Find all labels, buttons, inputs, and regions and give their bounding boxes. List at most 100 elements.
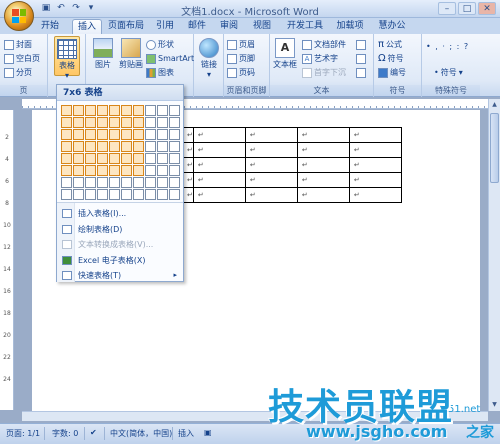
symbol-button[interactable]: Ω 符号	[378, 52, 404, 65]
grid-cell[interactable]	[169, 153, 180, 164]
grid-cell[interactable]	[133, 165, 144, 176]
grid-cell[interactable]	[85, 153, 96, 164]
grid-cell[interactable]	[97, 177, 108, 188]
grid-cell[interactable]	[121, 129, 132, 140]
table-cell[interactable]: ↵	[296, 172, 350, 188]
grid-cell[interactable]	[85, 177, 96, 188]
object-button[interactable]	[356, 66, 366, 79]
grid-cell[interactable]	[73, 129, 84, 140]
grid-cell[interactable]	[61, 177, 72, 188]
grid-cell[interactable]	[85, 165, 96, 176]
tab-4[interactable]: 邮件	[184, 19, 210, 34]
table-cell[interactable]: ↵	[348, 142, 402, 158]
grid-cell[interactable]	[97, 165, 108, 176]
grid-cell[interactable]	[121, 105, 132, 116]
link-button[interactable]: 链接 ▾	[196, 36, 222, 79]
vertical-scrollbar[interactable]: ▲ ▼	[488, 99, 500, 411]
grid-cell[interactable]	[157, 141, 168, 152]
table-cell[interactable]: ↵	[296, 157, 350, 173]
grid-cell[interactable]	[169, 117, 180, 128]
office-button[interactable]	[4, 1, 34, 31]
grid-cell[interactable]	[133, 153, 144, 164]
grid-cell[interactable]	[73, 189, 84, 200]
minimize-button[interactable]: –	[438, 2, 456, 15]
grid-cell[interactable]	[109, 117, 120, 128]
grid-cell[interactable]	[73, 141, 84, 152]
grid-cell[interactable]	[145, 189, 156, 200]
grid-cell[interactable]	[145, 105, 156, 116]
quick-parts-button[interactable]: 文档部件	[302, 38, 346, 51]
menu-item-quick-tables[interactable]: 快速表格(T) ▸	[57, 268, 183, 283]
menu-item-convert-text[interactable]: 文本转换成表格(V)...	[57, 237, 183, 252]
grid-cell[interactable]	[157, 105, 168, 116]
table-cell[interactable]: ↵	[182, 172, 194, 188]
proofing-icon[interactable]: ✔	[90, 428, 97, 437]
grid-cell[interactable]	[145, 141, 156, 152]
grid-cell[interactable]	[145, 117, 156, 128]
tab-2[interactable]: 页面布局	[106, 19, 146, 34]
tab-7[interactable]: 开发工具	[284, 19, 326, 34]
grid-cell[interactable]	[109, 153, 120, 164]
grid-cell[interactable]	[85, 189, 96, 200]
grid-cell[interactable]	[121, 153, 132, 164]
grid-cell[interactable]	[85, 105, 96, 116]
grid-cell[interactable]	[157, 153, 168, 164]
table-cell[interactable]: ↵	[182, 142, 194, 158]
grid-cell[interactable]	[157, 117, 168, 128]
tab-6[interactable]: 视图	[248, 19, 276, 34]
grid-cell[interactable]	[145, 153, 156, 164]
grid-cell[interactable]	[133, 177, 144, 188]
table-cell[interactable]: ↵	[182, 127, 194, 143]
chart-button[interactable]: 图表	[146, 66, 174, 79]
grid-cell[interactable]	[61, 105, 72, 116]
table-cell[interactable]: ↵	[296, 187, 350, 203]
table-button[interactable]: 表格 ▾	[54, 36, 80, 80]
grid-cell[interactable]	[73, 117, 84, 128]
grid-cell[interactable]	[157, 177, 168, 188]
tab-8[interactable]: 加载项	[332, 19, 368, 34]
numbering-button[interactable]: 编号	[378, 66, 406, 79]
grid-cell[interactable]	[73, 153, 84, 164]
grid-cell[interactable]	[169, 165, 180, 176]
smartart-button[interactable]: SmartArt	[146, 52, 194, 65]
grid-cell[interactable]	[121, 165, 132, 176]
grid-cell[interactable]	[97, 153, 108, 164]
grid-cell[interactable]	[109, 189, 120, 200]
table-cell[interactable]: ↵	[244, 127, 298, 143]
tab-1[interactable]: 插入	[72, 19, 102, 34]
grid-cell[interactable]	[157, 129, 168, 140]
grid-cell[interactable]	[133, 141, 144, 152]
close-button[interactable]: ✕	[478, 2, 496, 15]
grid-cell[interactable]	[97, 129, 108, 140]
grid-cell[interactable]	[121, 189, 132, 200]
maximize-button[interactable]: □	[458, 2, 476, 15]
grid-cell[interactable]	[61, 153, 72, 164]
language-indicator[interactable]: 中文(简体，中国)	[110, 428, 172, 439]
scroll-down-icon[interactable]: ▼	[490, 400, 499, 410]
signature-line-button[interactable]	[356, 38, 366, 51]
table-cell[interactable]: ↵	[192, 187, 246, 203]
table-cell[interactable]: ↵	[244, 172, 298, 188]
dropcap-button[interactable]: 首字下沉	[302, 66, 346, 79]
table-grid-picker[interactable]	[61, 105, 180, 200]
grid-cell[interactable]	[169, 141, 180, 152]
page-break-button[interactable]: 分页	[4, 66, 32, 79]
textbox-button[interactable]: A 文本框	[272, 36, 298, 76]
grid-cell[interactable]	[145, 177, 156, 188]
grid-cell[interactable]	[133, 105, 144, 116]
table-cell[interactable]: ↵	[244, 187, 298, 203]
table-cell[interactable]: ↵	[348, 187, 402, 203]
grid-cell[interactable]	[157, 189, 168, 200]
shapes-button[interactable]: 形状	[146, 38, 174, 51]
grid-cell[interactable]	[109, 105, 120, 116]
grid-cell[interactable]	[145, 129, 156, 140]
table-cell[interactable]: ↵	[182, 187, 194, 203]
grid-cell[interactable]	[109, 129, 120, 140]
word-count[interactable]: 字数: 0	[52, 428, 78, 439]
table-cell[interactable]: ↵	[348, 157, 402, 173]
tab-3[interactable]: 引用	[152, 19, 178, 34]
table-cell[interactable]: ↵	[182, 157, 194, 173]
menu-item-draw-table[interactable]: 绘制表格(D)	[57, 222, 183, 237]
table-cell[interactable]: ↵	[244, 157, 298, 173]
page-count[interactable]: 页面: 1/1	[6, 428, 40, 439]
